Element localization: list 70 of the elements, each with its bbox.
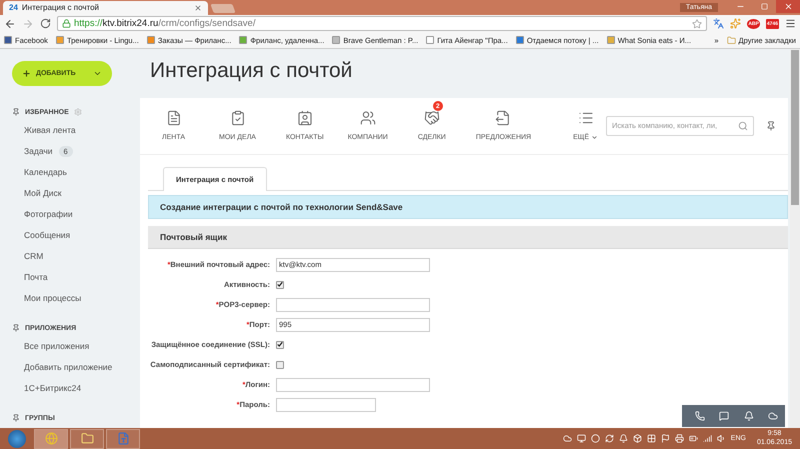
page-title: Интеграция с почтой [149,58,354,84]
monitor-icon[interactable] [576,434,586,443]
phone-icon[interactable] [695,411,706,421]
search-icon[interactable] [738,120,748,131]
volume-icon[interactable] [716,434,726,443]
section-header: Почтовый ящик [148,226,788,249]
back-icon[interactable] [4,18,16,30]
sidebar-item[interactable]: Сообщения [24,230,70,240]
sidebar-item[interactable]: CRM [24,251,44,262]
bell-icon[interactable] [618,434,628,443]
cloud-icon[interactable] [768,411,778,421]
sidebar-item[interactable]: Мои процессы [24,293,82,304]
taskbar-button[interactable] [34,428,68,448]
chat-icon[interactable] [719,411,730,421]
pin-icon [12,324,20,332]
sidebar-item[interactable]: Живая лента [24,125,76,136]
sidebar-item[interactable]: Календарь [24,167,67,178]
quotes-icon [495,110,512,126]
caret-icon [591,134,598,142]
scrollbar[interactable] [790,48,800,428]
sidebar-item[interactable]: Мой Диск [24,188,62,198]
sidebar-item[interactable]: Добавить приложение [24,362,112,372]
maximize-icon [760,3,768,10]
checkbox[interactable] [276,280,284,289]
signal-icon[interactable] [702,434,712,443]
close-button[interactable] [776,0,800,13]
checkbox[interactable] [276,340,284,349]
sidebar-item[interactable]: Почта [24,272,48,282]
cloud-icon[interactable] [562,434,572,443]
plus-icon [22,68,31,78]
deals-icon [424,110,440,126]
grid-icon[interactable] [646,434,656,443]
text-field[interactable] [276,298,430,312]
sidebar-item[interactable]: Все приложения [24,341,90,352]
circle-icon[interactable] [590,434,600,443]
checkbox[interactable] [276,360,284,369]
feed-icon [166,110,182,126]
pin-icon [12,108,20,116]
tasks-icon [230,110,246,126]
pin-icon [12,414,20,422]
reload-icon[interactable] [40,18,51,30]
close-icon [784,2,792,11]
battery-icon[interactable] [688,434,698,443]
sidebar-item[interactable]: Фотографии [24,209,73,220]
document-icon [116,432,130,445]
folder-icon [726,36,736,45]
translate-icon[interactable] [713,18,724,30]
browser-tab[interactable]: 24 Интеграция с почтой [3,0,208,15]
text-field[interactable] [276,378,430,392]
flag-icon[interactable] [660,434,670,443]
printer-icon[interactable] [674,434,684,443]
menu-icon[interactable] [785,18,796,30]
bell-icon[interactable] [744,411,754,421]
sidebar-item[interactable]: Задачи [24,146,53,156]
password-field[interactable] [276,398,376,412]
close-icon[interactable] [194,4,202,12]
sync-icon[interactable] [604,434,614,443]
pin-icon[interactable] [766,120,776,131]
start-orb-icon [8,430,26,448]
info-banner: Создание интеграции с почтой по технологии Send&Save [148,194,788,219]
companies-icon [360,110,376,126]
lock-icon [62,19,71,28]
folder-icon [80,432,94,445]
address-bar[interactable]: https://ktv.bitrix24.ru/crm/configs/sendsave/ [57,16,708,32]
star-icon[interactable] [692,18,702,29]
taskbar-button[interactable] [70,428,104,448]
sidebar-item[interactable]: 1С+Битрикс24 [24,383,82,394]
contacts-icon [296,110,313,126]
box-icon[interactable] [632,434,642,443]
globe-icon [44,432,58,445]
